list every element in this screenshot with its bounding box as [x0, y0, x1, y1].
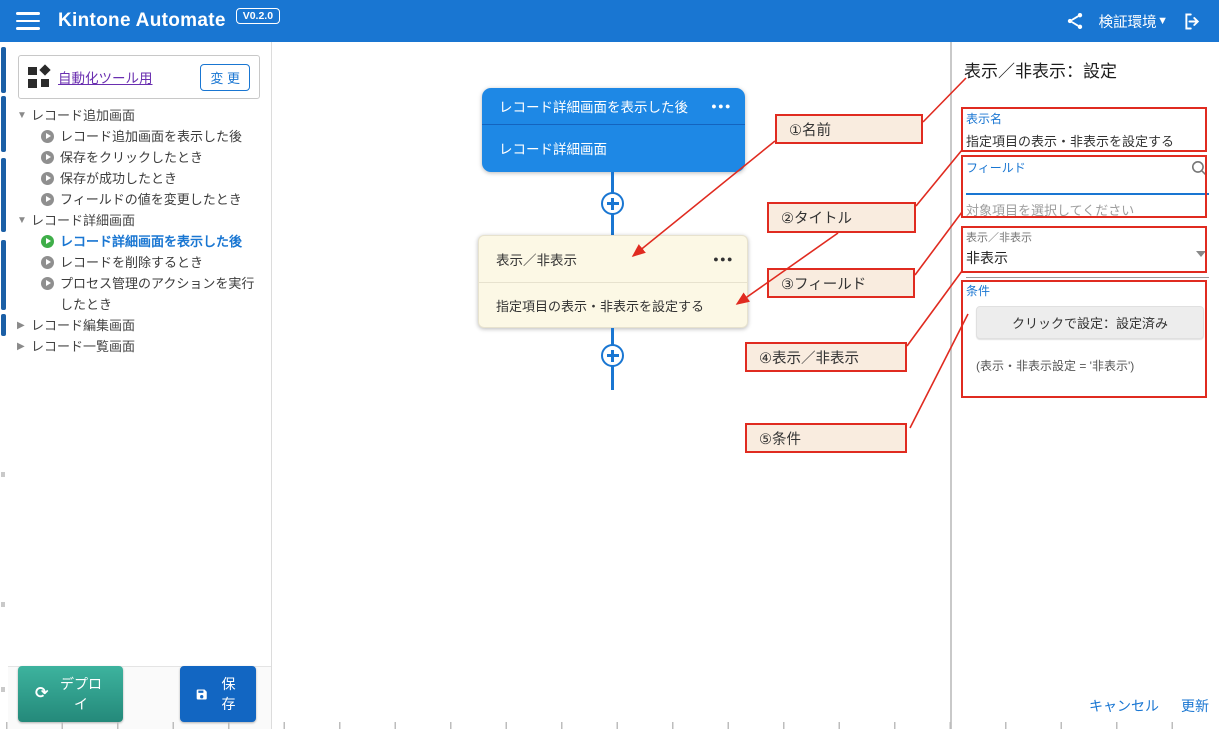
add-step-icon[interactable]	[601, 192, 624, 215]
annotation-name: ①名前	[775, 114, 923, 144]
annotation-visibility: ④表示／非表示	[745, 342, 907, 372]
sync-icon: ⟳	[35, 687, 48, 701]
action-node-title: 表示／非表示	[496, 249, 577, 269]
tree-group-record-detail[interactable]: ▼ レコード詳細画面	[8, 210, 271, 231]
action-node[interactable]: 表示／非表示 ●●● 指定項目の表示・非表示を設定する	[478, 235, 748, 328]
field-section: フィールド 対象項目を選択してください	[966, 159, 1209, 219]
display-name-section: 表示名 指定項目の表示・非表示を設定する	[966, 110, 1174, 150]
action-node-subtitle: 指定項目の表示・非表示を設定する	[479, 283, 747, 327]
save-button[interactable]: 保存	[180, 666, 256, 722]
update-button[interactable]: 更新	[1181, 696, 1209, 716]
chevron-right-icon: ▶	[17, 315, 31, 336]
condition-section: 条件 クリックで設定：設定済み (表示・非表示設定 = '非表示')	[966, 282, 1209, 374]
add-step-icon[interactable]	[601, 344, 624, 367]
condition-set-button[interactable]: クリックで設定：設定済み	[976, 306, 1204, 339]
tree-item[interactable]: フィールドの値を変更したとき	[8, 189, 271, 210]
chevron-down-icon: ▼	[1157, 15, 1168, 27]
tree-item[interactable]: レコードを削除するとき	[8, 252, 271, 273]
version-badge: V0.2.0	[236, 8, 280, 24]
more-icon[interactable]: ●●●	[713, 254, 734, 264]
event-play-icon	[41, 130, 54, 143]
app-link[interactable]: 自動化ツール用	[58, 67, 153, 87]
tree-item-active[interactable]: レコード詳細画面を表示した後	[8, 231, 271, 252]
chevron-down-icon	[1196, 251, 1206, 257]
app-icon	[28, 66, 50, 88]
event-play-icon	[41, 277, 54, 290]
condition-summary: (表示・非表示設定 = '非表示')	[976, 357, 1209, 374]
sidebar-footer: ⟳ デプロイ 保存	[8, 666, 271, 729]
cancel-button[interactable]: キャンセル	[1089, 696, 1159, 716]
field-label: フィールド	[966, 159, 1026, 176]
tree-group-record-list[interactable]: ▶ レコード一覧画面	[8, 336, 271, 357]
edge-scroll-markers	[0, 42, 8, 729]
chevron-right-icon: ▶	[17, 336, 31, 357]
tree-item[interactable]: プロセス管理のアクションを実行したとき	[8, 273, 271, 315]
display-name-value[interactable]: 指定項目の表示・非表示を設定する	[966, 131, 1174, 150]
visibility-label: 表示／非表示	[966, 229, 1209, 245]
event-play-icon	[41, 256, 54, 269]
event-play-icon	[41, 235, 54, 248]
event-play-icon	[41, 172, 54, 185]
share-icon[interactable]	[1065, 11, 1085, 31]
chevron-down-icon: ▼	[17, 105, 31, 126]
event-tree: ▼ レコード追加画面 レコード追加画面を表示した後 保存をクリックしたとき 保存…	[8, 105, 271, 357]
deploy-button[interactable]: ⟳ デプロイ	[18, 666, 123, 722]
floppy-icon	[195, 687, 208, 702]
app-title: Kintone Automate	[58, 10, 226, 32]
tree-item[interactable]: レコード追加画面を表示した後	[8, 126, 271, 147]
more-icon[interactable]: ●●●	[711, 101, 732, 111]
menu-icon[interactable]	[16, 12, 40, 30]
display-name-label: 表示名	[966, 110, 1174, 127]
event-play-icon	[41, 193, 54, 206]
search-icon[interactable]	[1190, 159, 1209, 178]
visibility-value: 非表示	[966, 248, 1209, 268]
change-app-button[interactable]: 変 更	[200, 64, 250, 91]
field-placeholder: 対象項目を選択してください	[966, 200, 1209, 219]
logout-icon[interactable]	[1182, 11, 1203, 32]
trigger-node-subtitle: レコード詳細画面	[482, 125, 745, 171]
chevron-down-icon: ▼	[17, 210, 31, 231]
tree-group-record-edit[interactable]: ▶ レコード編集画面	[8, 315, 271, 336]
sidebar: 自動化ツール用 変 更 ▼ レコード追加画面 レコード追加画面を表示した後 保存…	[8, 42, 272, 729]
annotation-field: ③フィールド	[767, 268, 915, 298]
trigger-node[interactable]: レコード詳細画面を表示した後 ●●● レコード詳細画面	[482, 88, 745, 172]
tree-item[interactable]: 保存をクリックしたとき	[8, 147, 271, 168]
settings-panel: 表示／非表示：設定 表示名 指定項目の表示・非表示を設定する フィールド 対象項…	[950, 42, 1219, 729]
app-selector-box: 自動化ツール用 変 更	[18, 55, 260, 99]
environment-label: 検証環境	[1099, 11, 1157, 32]
panel-title: 表示／非表示：設定	[964, 57, 1117, 82]
visibility-underline	[966, 277, 1209, 278]
top-bar: Kintone Automate V0.2.0 検証環境 ▼	[0, 0, 1219, 42]
tree-group-record-add[interactable]: ▼ レコード追加画面	[8, 105, 271, 126]
annotation-title: ②タイトル	[767, 202, 916, 233]
app-window: Kintone Automate V0.2.0 検証環境 ▼	[0, 0, 1219, 729]
event-play-icon	[41, 151, 54, 164]
field-input-underline[interactable]	[966, 193, 1209, 195]
environment-selector[interactable]: 検証環境 ▼	[1099, 11, 1168, 32]
condition-label: 条件	[966, 282, 1209, 299]
trigger-node-title: レコード詳細画面を表示した後	[499, 96, 688, 116]
annotation-condition: ⑤条件	[745, 423, 907, 453]
visibility-dropdown[interactable]: 表示／非表示 非表示	[966, 229, 1209, 278]
tree-item[interactable]: 保存が成功したとき	[8, 168, 271, 189]
